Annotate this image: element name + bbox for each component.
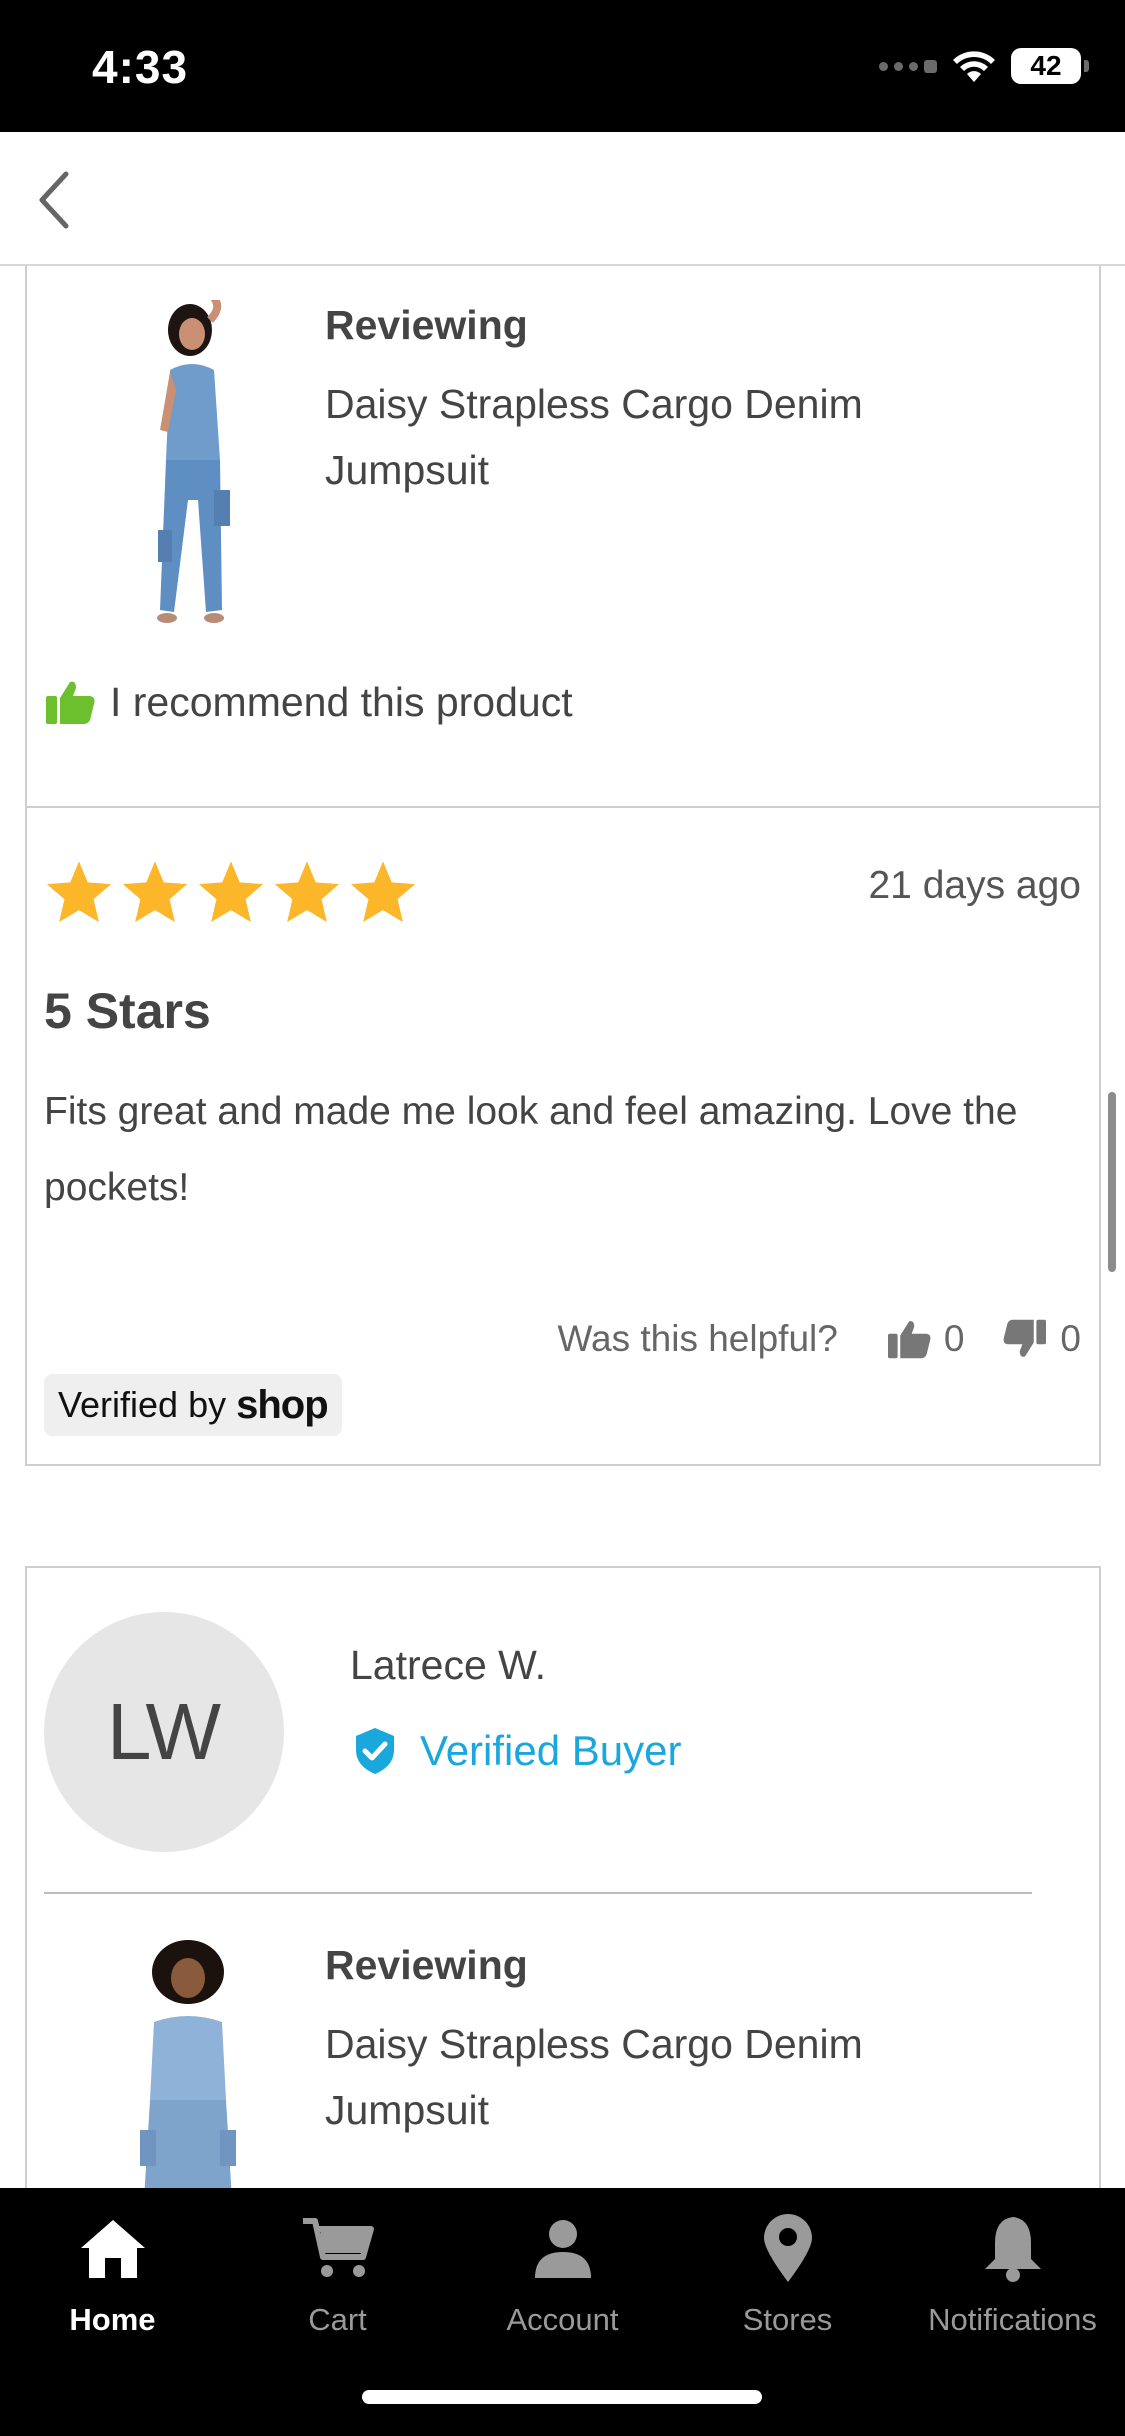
home-icon [73,2208,153,2288]
helpful-prompt: Was this helpful? [557,1318,838,1359]
wifi-icon [953,51,995,82]
battery-level: 42 [1030,50,1062,81]
shop-logo: shop [236,1382,329,1427]
verified-prefix: Verified by [58,1384,227,1425]
tab-account[interactable]: Account [450,2188,675,2338]
nav-bar [0,132,1125,266]
status-bar: 4:33 42 [0,0,1125,132]
status-time: 4:33 [92,41,189,93]
tab-stores[interactable]: Stores [675,2188,900,2338]
person-icon [523,2208,603,2288]
reviewing-block: Reviewing Daisy Strapless Cargo Denim Ju… [325,302,945,503]
tab-cart[interactable]: Cart [225,2188,450,2338]
home-indicator [362,2390,762,2404]
verified-shield-icon [356,1728,394,1774]
review-date: 21 days ago [868,864,1081,907]
scroll-indicator [1108,1092,1116,1272]
chevron-left-icon [39,171,69,229]
product-name-link[interactable]: Daisy Strapless Cargo Denim Jumpsuit [325,2011,945,2143]
tab-home[interactable]: Home [0,2188,225,2338]
map-pin-icon [748,2208,828,2288]
tab-label: Home [69,2302,156,2337]
avatar: LW [44,1612,284,1852]
recommend-text: I recommend this product [110,678,573,725]
reviewing-label: Reviewing [325,302,528,348]
card-divider [27,806,1099,808]
thumbs-down-icon[interactable] [1002,1318,1048,1360]
product-image[interactable] [110,1940,280,2188]
recommend-row: I recommend this product [44,678,573,726]
helpful-row: Was this helpful? 0 0 [557,1318,1081,1360]
thumbs-up-icon [46,681,95,724]
back-button[interactable] [22,168,86,232]
star-rating [44,858,418,926]
star-icon [198,861,264,923]
thumbs-up-icon[interactable] [886,1318,932,1360]
verified-buyer-label: Verified Buyer [420,1727,682,1774]
status-icons: 42 [879,48,1089,84]
star-icon [350,861,416,923]
product-name-link[interactable]: Daisy Strapless Cargo Denim Jumpsuit [325,371,945,503]
review-title: 5 Stars [44,983,211,1039]
tab-notifications[interactable]: Notifications [900,2188,1125,2338]
tab-label: Notifications [928,2302,1097,2337]
cellular-signal-icon [879,59,937,73]
verified-by-shop-badge: Verified by shop [44,1374,342,1436]
tab-label: Account [506,2302,619,2337]
review-body: Fits great and made me look and feel ama… [44,1090,1018,1209]
star-icon [46,861,112,923]
helpful-up-count: 0 [943,1318,965,1359]
avatar-initials: LW [106,1687,222,1776]
tab-label: Stores [742,2302,833,2337]
reviewer-name: Latrece W. [350,1642,546,1688]
star-icon [122,861,188,923]
helpful-down-count: 0 [1060,1318,1081,1359]
reviewing-label: Reviewing [325,1942,528,1988]
reviews-list[interactable]: Reviewing Daisy Strapless Cargo Denim Ju… [0,266,1125,2188]
battery-icon: 42 [1011,48,1089,84]
bell-icon [973,2208,1053,2288]
product-image[interactable] [110,300,280,630]
verified-buyer: Verified Buyer [352,1726,681,1776]
reviewing-block: Reviewing Daisy Strapless Cargo Denim Ju… [325,1942,945,2143]
cart-icon [298,2208,378,2288]
tab-label: Cart [308,2302,367,2337]
star-icon [274,861,340,923]
card-divider [44,1892,1032,1894]
